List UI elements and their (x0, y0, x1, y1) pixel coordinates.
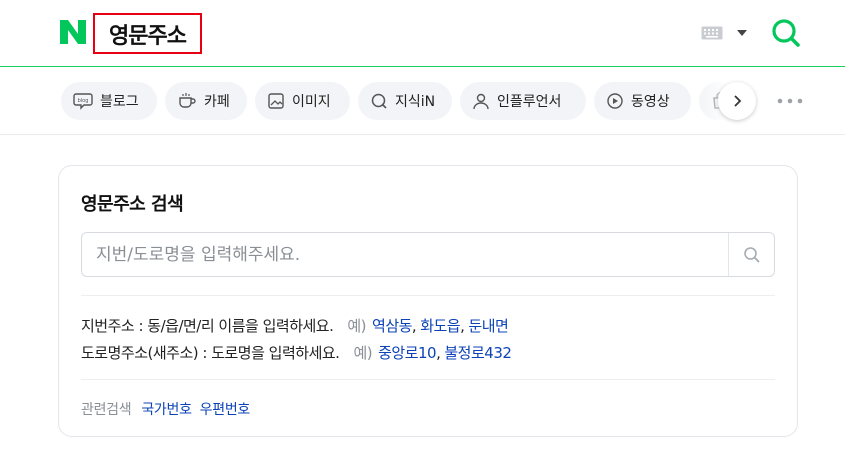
image-icon (268, 93, 284, 109)
tab-blog[interactable]: blog 블로그 (61, 82, 157, 120)
related-searches-label: 관련검색 (81, 402, 132, 418)
divider (81, 379, 775, 380)
cafe-cup-icon (179, 93, 196, 108)
tab-label: 지식iN (395, 94, 436, 110)
tab-label: 인플루언서 (497, 94, 562, 110)
address-search-button[interactable] (729, 233, 775, 276)
related-link-country-code[interactable]: 국가번호 (141, 402, 192, 418)
example-label: 예) (347, 317, 367, 335)
tab-label: 카페 (204, 94, 230, 110)
guide-text: 지번주소 : 동/읍/면/리 이름을 입력하세요. (81, 317, 334, 335)
address-search-input[interactable] (82, 233, 728, 276)
example-label: 예) (353, 344, 373, 362)
tab-kin[interactable]: 지식iN (358, 82, 452, 120)
tab-influencer[interactable]: 인플루언서 (460, 82, 586, 120)
chevron-down-icon[interactable] (736, 29, 748, 37)
search-icon (744, 246, 760, 263)
related-searches: 관련검색 국가번호 우편번호 (81, 399, 258, 419)
english-address-search-card: 영문주소 검색 지번주소 : 동/읍/면/리 이름을 입력하세요.예)역삼동,화… (58, 165, 798, 437)
guide-text: 도로명주소(새주소) : 도로명을 입력하세요. (81, 344, 340, 362)
play-icon (607, 93, 623, 109)
more-options-icon[interactable] (776, 98, 804, 104)
person-icon (473, 93, 489, 110)
search-category-tabs: blog 블로그 카페 이미지 지식iN 인플루언서 동영상 (0, 68, 845, 135)
kin-icon (371, 93, 387, 109)
card-title: 영문주소 검색 (81, 194, 184, 215)
search-query-text[interactable]: 영문주소 (109, 18, 187, 50)
blog-icon: blog (73, 93, 93, 110)
search-query-box[interactable]: 영문주소 (93, 13, 202, 54)
keyboard-icon[interactable] (701, 26, 723, 40)
example-link-buljeong[interactable]: 불정로432 (444, 344, 512, 362)
related-link-postal-code[interactable]: 우편번호 (200, 402, 251, 418)
tab-label: 블로그 (100, 94, 139, 110)
example-link-dunnae[interactable]: 둔내면 (468, 317, 508, 335)
address-search-field (81, 232, 775, 277)
chevron-right-icon (734, 95, 742, 107)
road-address-guide: 도로명주소(새주소) : 도로명을 입력하세요. 예) 중앙로10, 불정로432 (81, 344, 512, 362)
tab-label: 동영상 (631, 94, 670, 110)
divider (81, 295, 775, 296)
tab-video[interactable]: 동영상 (594, 82, 691, 120)
tab-image[interactable]: 이미지 (255, 82, 350, 120)
search-button[interactable] (770, 17, 802, 49)
naver-logo[interactable] (58, 18, 88, 46)
svg-text:blog: blog (78, 98, 89, 104)
tab-cafe[interactable]: 카페 (165, 82, 247, 120)
example-link-jungang[interactable]: 중앙로10 (378, 344, 437, 362)
example-link-hwado[interactable]: 화도읍 (420, 317, 460, 335)
search-header: 영문주소 (0, 0, 845, 67)
jibun-address-guide: 지번주소 : 동/읍/면/리 이름을 입력하세요. 예) 역삼동, 화도읍, 둔내면 (81, 317, 509, 335)
tabs-next-button[interactable] (718, 82, 756, 120)
example-link-yeoksam[interactable]: 역삼동 (372, 317, 412, 335)
tab-label: 이미지 (292, 94, 331, 110)
